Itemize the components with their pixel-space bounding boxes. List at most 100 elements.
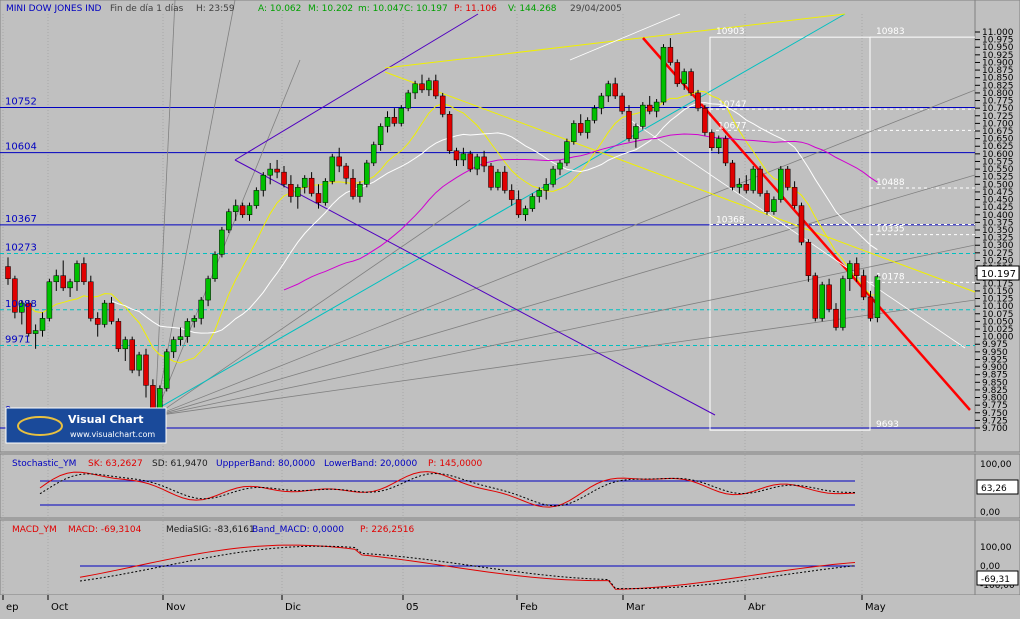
candle-body: [239, 205, 246, 216]
header-instrument: MINI DOW JONES IND: [6, 4, 102, 14]
candle-body: [253, 190, 260, 206]
candle-body: [226, 211, 232, 231]
candle-body: [571, 123, 577, 142]
candle-body: [874, 276, 881, 318]
candle-body: [405, 92, 411, 109]
candle-body: [847, 263, 853, 279]
stoch-upper: UppperBand: 80,0000: [216, 459, 315, 469]
candle-body: [281, 171, 287, 185]
stoch-lower: LowerBand: 20,0000: [324, 459, 417, 469]
left-level-label: 10273: [5, 242, 37, 253]
candle-body: [695, 92, 701, 109]
candle-body: [605, 83, 612, 97]
candle-body: [419, 83, 425, 91]
time-tick-label: Nov: [166, 602, 186, 613]
header-period: Fin de día 1 días: [110, 4, 184, 14]
candle-body: [508, 190, 515, 200]
macd-value: MACD: -69,3104: [68, 525, 142, 535]
candle-body: [39, 318, 46, 331]
candle-body: [474, 156, 480, 170]
time-tick-label: Feb: [520, 602, 538, 613]
candle-body: [757, 168, 763, 194]
candle-body: [260, 174, 267, 191]
stoch-p: P: 145,0000: [428, 459, 483, 469]
time-tick-label: 05: [406, 602, 419, 613]
candle-body: [771, 199, 777, 212]
candle-body: [564, 141, 570, 164]
right-level-label: 10178: [876, 272, 905, 282]
candle-body: [191, 318, 198, 322]
candle-body: [129, 339, 135, 371]
candle-body: [467, 153, 474, 170]
candle-body: [722, 138, 729, 164]
candle-body: [577, 123, 584, 133]
stoch-sd: SD: 61,9470: [152, 459, 208, 469]
candle-body: [798, 205, 805, 243]
candle-body: [784, 168, 791, 188]
candle-body: [778, 168, 784, 200]
candle-body: [791, 187, 798, 206]
candle-body: [350, 177, 356, 197]
candle-body: [67, 281, 73, 289]
candle-body: [122, 339, 129, 350]
candle-body: [840, 278, 846, 328]
time-tick-label: Abr: [748, 602, 766, 613]
right-level-label: 10335: [876, 225, 905, 235]
candle-body: [74, 263, 80, 283]
candle-body: [667, 46, 674, 63]
macd-signal: MediaSIG: -83,6161: [166, 525, 255, 535]
candle-body: [812, 275, 819, 319]
candle-body: [115, 321, 122, 350]
candle-body: [377, 126, 384, 145]
current-price: 10.197: [981, 269, 1016, 280]
mid-level-label: 10903: [716, 27, 745, 37]
right-level-label: 9693: [876, 420, 899, 430]
candle-body: [170, 339, 177, 353]
candle-body: [819, 284, 825, 319]
candle-body: [433, 80, 439, 97]
price-tick-label: 9.700: [982, 424, 1008, 434]
header-v: V: 144.268: [508, 4, 557, 14]
candle-body: [729, 162, 736, 188]
candle-body: [5, 266, 11, 279]
header-date: 29/04/2005: [570, 4, 622, 14]
candle-body: [702, 107, 708, 133]
candle-body: [336, 156, 342, 167]
header-open: A: 10.062: [258, 4, 301, 14]
candle-body: [108, 302, 115, 322]
left-level-label: 10367: [5, 214, 37, 225]
candle-body: [426, 80, 432, 91]
candle-body: [219, 229, 225, 255]
candle-body: [357, 184, 363, 197]
mid-level-label: 10677: [718, 121, 747, 131]
mid-level-label: 10747: [718, 100, 747, 110]
header-close: C: 10.197: [404, 4, 448, 14]
candle-body: [750, 168, 756, 191]
time-tick-label: Oct: [51, 602, 68, 613]
stochastic-panel[interactable]: [0, 453, 976, 519]
candle-body: [460, 153, 467, 161]
candle-body: [543, 184, 549, 191]
macd-band: Band_MACD: 0,0000: [252, 525, 344, 535]
visual-chart-logo: Visual Chart www.visualchart.com: [5, 407, 167, 444]
candle-body: [826, 284, 832, 310]
candle-body: [488, 165, 494, 188]
candle-body: [177, 336, 184, 340]
candle-body: [715, 138, 722, 149]
chart-canvas[interactable]: 1075210604103671027310088997191098310488…: [0, 0, 1020, 615]
header-hour: H: 23:59: [196, 4, 235, 14]
stoch-axis-0: 0,00: [980, 508, 1000, 518]
time-tick-label: May: [865, 602, 886, 613]
macd-current: -69,31: [981, 575, 1010, 585]
candle-body: [453, 150, 460, 161]
candle-body: [591, 107, 598, 121]
candle-body: [295, 187, 301, 197]
candle-body: [343, 165, 349, 179]
candle-body: [536, 190, 543, 197]
candle-body: [184, 321, 191, 337]
macd-panel[interactable]: [0, 519, 976, 596]
right-level-label: 10488: [876, 178, 905, 188]
candle-body: [198, 299, 204, 319]
candle-body: [619, 95, 625, 112]
candle-body: [764, 193, 770, 212]
